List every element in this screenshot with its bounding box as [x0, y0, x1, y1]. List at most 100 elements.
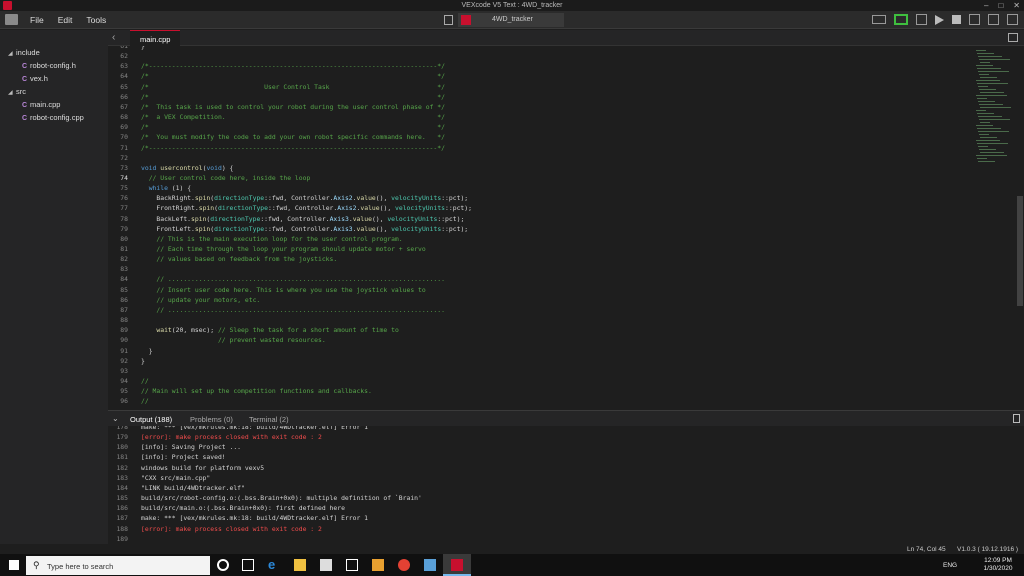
file-explorer-icon[interactable] [294, 559, 306, 571]
code-line[interactable]: 64 /* */ [108, 72, 970, 82]
tab-main-cpp[interactable]: main.cpp [130, 30, 181, 46]
scrollbar-thumb[interactable] [1017, 196, 1023, 306]
code-line[interactable]: 79 FrontLeft.spin(directionType::fwd, Co… [108, 225, 970, 235]
output-text: [error]: make process closed with exit c… [141, 433, 322, 442]
menu-edit[interactable]: Edit [58, 15, 73, 25]
code-line[interactable]: 63 /*------------------------------------… [108, 62, 970, 72]
code-line[interactable]: 68 /* a VEX Competition. */ [108, 113, 970, 123]
menu-file[interactable]: File [30, 15, 44, 25]
code-line[interactable]: 73 void usercontrol(void) { [108, 164, 970, 174]
code-line[interactable]: 67 /* This task is used to control your r… [108, 103, 970, 113]
controller-icon[interactable] [872, 15, 886, 24]
edge-browser-icon[interactable]: e [268, 557, 280, 572]
code-line[interactable]: 87 // ..................................… [108, 306, 970, 316]
code-line[interactable]: 85 // Insert user code here. This is whe… [108, 286, 970, 296]
folder-src[interactable]: ◢ src [8, 87, 26, 99]
line-number: 65 [120, 82, 128, 91]
output-text: build/src/robot-config.o:(.bss.Brain+0x0… [141, 494, 422, 503]
code-line[interactable]: 62 [108, 52, 970, 62]
editor-scrollbar[interactable] [1016, 46, 1024, 408]
task-view-icon[interactable] [242, 559, 254, 571]
slot-icon[interactable] [969, 14, 980, 25]
code-line[interactable]: 76 BackRight.spin(directionType::fwd, Co… [108, 194, 970, 204]
project-info-icon[interactable] [444, 15, 453, 25]
code-line[interactable]: 77 FrontRight.spin(directionType::fwd, C… [108, 204, 970, 214]
app-m-icon[interactable] [424, 559, 436, 571]
store-icon[interactable] [320, 559, 332, 571]
collapse-sidebar-icon[interactable]: ‹ [112, 32, 115, 43]
clear-output-icon[interactable] [1013, 414, 1020, 423]
split-editor-icon[interactable] [1008, 33, 1018, 42]
output-line-number: 180 [116, 443, 128, 452]
taskbar-search[interactable]: ⚲ Type here to search [26, 556, 210, 575]
minimap-line [977, 143, 1008, 144]
minimize-icon[interactable]: – [984, 1, 988, 10]
code-line[interactable]: 92} [108, 357, 970, 367]
code-line[interactable]: 90 // prevent wasted resources. [108, 336, 970, 346]
folder-include[interactable]: ◢ include [8, 48, 40, 60]
code-line[interactable]: 65 /* User Control Task */ [108, 83, 970, 93]
file-robot-config-cpp[interactable]: Crobot-config.cpp [22, 113, 84, 125]
code-line[interactable]: 88 [108, 316, 970, 326]
minimap-line [980, 122, 990, 123]
file-main-cpp[interactable]: Cmain.cpp [22, 100, 60, 112]
code-line[interactable]: 93 [108, 367, 970, 377]
run-icon[interactable] [935, 14, 944, 25]
code-line[interactable]: 75 while (1) { [108, 184, 970, 194]
code-line[interactable]: 96 // [108, 397, 970, 407]
minimap-line [978, 131, 1009, 132]
code-text: // [141, 376, 149, 385]
tab-problems[interactable]: Problems (0) [190, 415, 233, 424]
vexcode-taskbar-icon[interactable] [451, 559, 463, 571]
code-line[interactable]: 72 [108, 154, 970, 164]
code-line[interactable]: 82 // values based on feedback from the … [108, 255, 970, 265]
windows-start-icon[interactable] [9, 560, 19, 570]
output-panel[interactable]: 178 make: *** [vex/mkrules.mk:18: build/4… [108, 426, 1024, 544]
tab-terminal[interactable]: Terminal (2) [249, 415, 289, 424]
maximize-icon[interactable]: □ [998, 1, 1003, 10]
code-line[interactable]: 95 // Main will set up the competition fu… [108, 387, 970, 397]
code-text: } [141, 346, 153, 355]
code-line[interactable]: 89 wait(20, msec); // Sleep the task for… [108, 326, 970, 336]
chrome-icon[interactable] [398, 559, 410, 571]
cursor-position[interactable]: Ln 74, Col 45 [907, 546, 946, 553]
line-number: 68 [120, 113, 128, 122]
minimap-line [977, 158, 987, 159]
code-editor[interactable]: 61} 62 63/*-------------------------------… [108, 46, 970, 408]
code-line[interactable]: 91 } [108, 347, 970, 357]
code-line[interactable]: 83 [108, 265, 970, 275]
feedback-icon[interactable] [1007, 14, 1018, 25]
code-line[interactable]: 78 BackLeft.spin(directionType::fwd, Con… [108, 215, 970, 225]
app-f-icon[interactable] [372, 559, 384, 571]
close-icon[interactable]: ✕ [1013, 1, 1020, 10]
file-robot-config-h[interactable]: Crobot-config.h [22, 61, 76, 73]
menu-tools[interactable]: Tools [86, 15, 106, 25]
minimap[interactable] [972, 46, 1016, 166]
brain-connected-icon[interactable] [894, 14, 908, 25]
cortana-icon[interactable] [217, 559, 229, 571]
code-line[interactable]: 69 /* */ [108, 123, 970, 133]
language-indicator[interactable]: ENG [943, 562, 957, 569]
code-line[interactable]: 94 // [108, 377, 970, 387]
editor-tab-bar: ‹ main.cpp [108, 30, 1024, 46]
code-line[interactable]: 81 // Each time through the loop your pr… [108, 245, 970, 255]
code-line[interactable]: 86 // update your motors, etc. [108, 296, 970, 306]
code-line[interactable]: 74 // User control code here, inside the… [108, 174, 970, 184]
code-line[interactable]: 61} [108, 46, 970, 52]
clock[interactable]: 12:09 PM 1/30/2020 [980, 557, 1016, 573]
code-line[interactable]: 80 // This is the main execution loop fo… [108, 235, 970, 245]
code-line[interactable]: 70 /* You must modify the code to add you… [108, 133, 970, 143]
download-icon[interactable] [916, 14, 927, 25]
minimap-line [979, 74, 989, 75]
stop-icon[interactable] [952, 15, 961, 24]
file-vex-h[interactable]: Cvex.h [22, 74, 48, 86]
collapse-panel-icon[interactable]: ⌄ [112, 414, 119, 423]
code-line[interactable]: 71 /*------------------------------------… [108, 144, 970, 154]
mail-icon[interactable] [346, 559, 358, 571]
code-text: /* */ [141, 92, 445, 101]
device-info-icon[interactable] [988, 14, 999, 25]
code-line[interactable]: 66 /* */ [108, 93, 970, 103]
code-line[interactable]: 84 // ..................................… [108, 275, 970, 285]
line-number: 77 [120, 204, 128, 213]
code-text: /* */ [141, 72, 445, 81]
